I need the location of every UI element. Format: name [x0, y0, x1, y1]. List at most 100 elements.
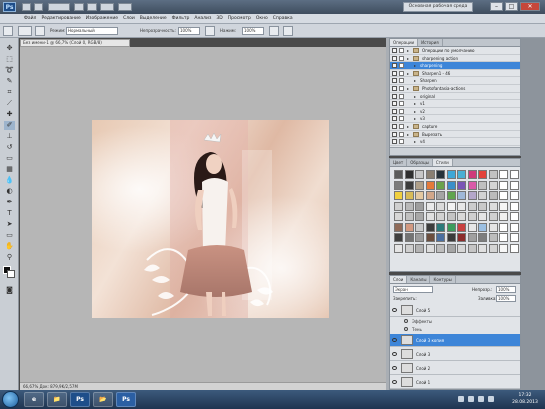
toggle-item-checkbox[interactable] [392, 93, 397, 99]
expand-triangle-icon[interactable]: ▸ [407, 132, 409, 137]
toggle-dialog-checkbox[interactable] [399, 101, 404, 107]
style-swatch[interactable] [467, 191, 477, 200]
style-swatch[interactable] [478, 212, 487, 221]
action-row[interactable]: ▸ sharpening [390, 62, 520, 70]
style-swatch[interactable] [499, 222, 508, 232]
toggle-dialog-checkbox[interactable] [399, 131, 404, 137]
menu-view[interactable]: Просмотр [228, 16, 251, 21]
style-swatch[interactable] [425, 222, 435, 232]
taskbar-clock[interactable]: 17:32 28.08.2013 [508, 392, 542, 406]
artwork-image[interactable] [92, 120, 329, 318]
style-swatch[interactable] [436, 170, 445, 179]
style-swatch[interactable] [488, 222, 498, 232]
expand-triangle-icon[interactable]: ▸ [407, 71, 409, 76]
rotate-view-button[interactable] [87, 3, 97, 11]
style-swatch[interactable] [415, 201, 424, 211]
style-swatch[interactable] [394, 180, 403, 190]
healing-tool-icon[interactable]: ✚ [4, 110, 15, 119]
menu-3d[interactable]: 3D [216, 16, 222, 21]
layer-visibility-eye-icon[interactable] [392, 366, 397, 370]
style-swatch[interactable] [488, 191, 498, 200]
document-tab[interactable]: Без имени-1 @ 66,7% (Слой 0, RGB/8) [20, 39, 130, 47]
tab-layers[interactable]: Слои [390, 276, 408, 283]
expand-triangle-icon[interactable]: ▸ [414, 139, 416, 144]
style-swatch[interactable] [488, 170, 498, 179]
style-swatch[interactable] [425, 233, 435, 242]
style-swatch[interactable] [446, 201, 456, 211]
style-swatch[interactable] [415, 212, 424, 221]
style-swatch[interactable] [425, 201, 435, 211]
tab-channels[interactable]: Каналы [407, 276, 431, 283]
style-swatch[interactable] [436, 222, 445, 232]
style-swatch[interactable] [457, 170, 466, 179]
menu-file[interactable]: Файл [24, 16, 36, 21]
action-row[interactable]: ▸ capture [390, 123, 520, 131]
taskbar-folder-icon[interactable]: 📁 [47, 392, 67, 407]
brush-tool-icon[interactable]: ✐ [4, 121, 15, 130]
style-swatch[interactable] [446, 170, 456, 179]
style-swatch[interactable] [467, 212, 477, 221]
style-swatch[interactable] [404, 212, 414, 221]
layer-row[interactable]: Слой 3 копия [390, 334, 520, 347]
style-swatch[interactable] [457, 191, 466, 200]
style-swatch[interactable] [425, 170, 435, 179]
layer-effect-row[interactable]: Эффекты [390, 318, 520, 325]
style-swatch[interactable] [415, 191, 424, 200]
menu-help[interactable]: Справка [273, 16, 293, 21]
path-select-tool-icon[interactable]: ➤ [4, 220, 15, 229]
expand-triangle-icon[interactable]: ▸ [407, 48, 409, 53]
lasso-tool-icon[interactable]: ➰ [4, 66, 15, 75]
pressure-opacity-icon[interactable] [205, 26, 215, 36]
hand-tool-icon[interactable]: ✋ [4, 242, 15, 251]
style-swatch[interactable] [467, 233, 477, 242]
style-swatch[interactable] [436, 201, 445, 211]
maximize-button[interactable]: □ [505, 2, 518, 11]
style-swatch[interactable] [425, 191, 435, 200]
style-swatch[interactable] [509, 233, 519, 242]
toggle-dialog-checkbox[interactable] [399, 108, 404, 114]
toggle-dialog-checkbox[interactable] [399, 63, 404, 69]
action-row[interactable]: ▸ Вырезать [390, 131, 520, 139]
tray-network-icon[interactable] [468, 396, 474, 402]
hand-tool-button[interactable] [74, 3, 84, 11]
style-swatch[interactable] [509, 191, 519, 200]
expand-triangle-icon[interactable]: ▸ [414, 94, 416, 99]
style-swatch[interactable] [457, 233, 466, 242]
tray-volume-icon[interactable] [478, 396, 484, 402]
toggle-dialog-checkbox[interactable] [399, 78, 404, 84]
taskbar-photoshop-window-icon[interactable]: Ps [116, 392, 136, 407]
tab-color[interactable]: Цвет [390, 159, 408, 166]
style-swatch[interactable] [499, 170, 508, 179]
menu-analysis[interactable]: Анализ [194, 16, 211, 21]
action-row[interactable]: ▸ Операции по умолчанию [390, 47, 520, 55]
style-swatch[interactable] [467, 201, 477, 211]
airbrush-icon[interactable] [269, 26, 279, 36]
pressure-size-icon[interactable] [283, 26, 293, 36]
style-swatch[interactable] [415, 233, 424, 242]
quick-select-tool-icon[interactable]: ✎ [4, 77, 15, 86]
style-swatch[interactable] [394, 233, 403, 242]
toggle-item-checkbox[interactable] [392, 78, 397, 84]
blur-tool-icon[interactable]: 💧 [4, 176, 15, 185]
style-swatch[interactable] [394, 212, 403, 221]
layer-effect-row[interactable]: Тень [390, 326, 520, 333]
expand-triangle-icon[interactable]: ▸ [407, 124, 409, 129]
opacity-field[interactable]: 100% [178, 27, 200, 35]
move-tool-icon[interactable]: ✥ [4, 44, 15, 53]
clone-stamp-tool-icon[interactable]: ⊥ [4, 132, 15, 141]
style-swatch[interactable] [478, 191, 487, 200]
action-row[interactable]: ▸ original [390, 93, 520, 101]
style-swatch[interactable] [457, 180, 466, 190]
layer-opacity-field[interactable]: 100% [496, 286, 516, 293]
expand-triangle-icon[interactable]: ▸ [414, 78, 416, 83]
blend-mode-select[interactable]: Экран [393, 286, 433, 293]
style-swatch[interactable] [488, 212, 498, 221]
tray-flag-icon[interactable] [458, 396, 464, 402]
toggle-item-checkbox[interactable] [392, 85, 397, 91]
tab-swatches[interactable]: Образцы [407, 159, 433, 166]
style-swatch[interactable] [457, 243, 466, 253]
style-swatch[interactable] [467, 180, 477, 190]
style-swatch[interactable] [446, 212, 456, 221]
layer-visibility-eye-icon[interactable] [392, 380, 397, 384]
flow-field[interactable]: 100% [242, 27, 264, 35]
